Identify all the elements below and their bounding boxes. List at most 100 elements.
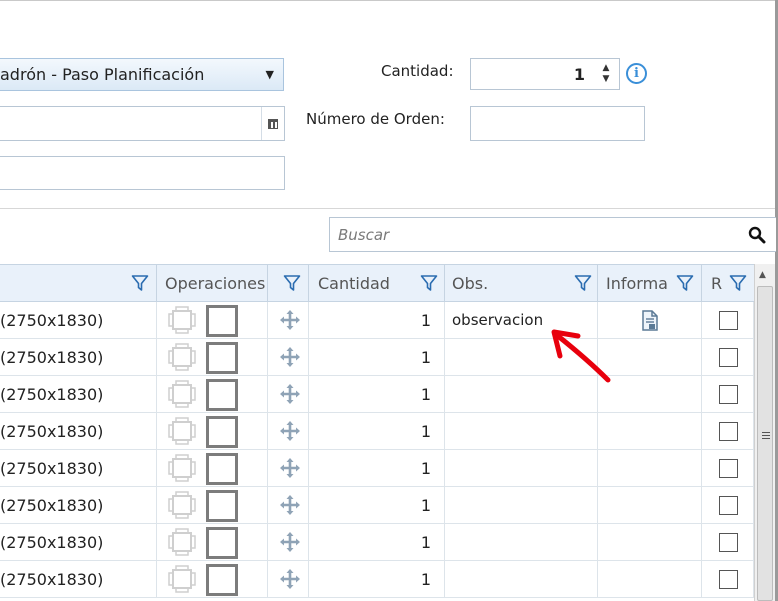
r-cell — [702, 376, 754, 413]
r-checkbox[interactable] — [719, 385, 738, 404]
info-icon[interactable]: i — [626, 63, 647, 84]
operation-faded-icon[interactable] — [167, 564, 197, 594]
header-quantity[interactable]: Cantidad — [309, 265, 445, 301]
r-checkbox[interactable] — [719, 496, 738, 515]
search-placeholder: Buscar — [338, 226, 390, 244]
r-checkbox[interactable] — [719, 570, 738, 589]
r-cell — [702, 413, 754, 450]
quantity-stepper[interactable]: 1 ▲ ▼ — [470, 58, 620, 90]
table-row[interactable]: (2750x1830) 1 — [0, 487, 754, 524]
move-arrows-icon[interactable] — [279, 309, 301, 331]
header-informa[interactable]: Informa — [598, 265, 702, 301]
header-r[interactable]: R — [702, 265, 754, 301]
spin-down-icon[interactable]: ▼ — [599, 74, 613, 85]
table-row[interactable]: (2750x1830) 1 — [0, 524, 754, 561]
date-field[interactable] — [0, 106, 285, 141]
spin-up-icon[interactable]: ▲ — [599, 63, 613, 74]
move-cell — [268, 561, 309, 598]
r-cell — [702, 524, 754, 561]
calendar-button[interactable] — [261, 107, 284, 140]
operation-square-icon[interactable] — [206, 416, 238, 448]
data-grid: Operaciones Cantidad Obs. Informa R (275… — [0, 264, 754, 601]
r-checkbox[interactable] — [719, 422, 738, 441]
r-checkbox[interactable] — [719, 533, 738, 552]
route-combo[interactable]: adrón - Paso Planificación ▼ — [0, 58, 284, 91]
operation-faded-icon[interactable] — [167, 490, 197, 520]
text-field[interactable] — [0, 156, 285, 190]
quantity-cell: 1 — [309, 450, 445, 487]
header-size[interactable] — [0, 265, 157, 301]
table-row[interactable]: (2750x1830) 1 observacion — [0, 302, 754, 339]
filter-icon[interactable] — [574, 274, 592, 292]
search-icon[interactable] — [748, 226, 766, 244]
table-row[interactable]: (2750x1830) 1 — [0, 561, 754, 598]
operation-square-icon[interactable] — [206, 342, 238, 374]
quantity-value: 1 — [573, 65, 585, 84]
operation-square-icon[interactable] — [206, 305, 238, 337]
operations-cell — [157, 413, 268, 450]
quantity-cell: 1 — [309, 376, 445, 413]
vertical-scrollbar[interactable]: ▲ — [754, 264, 775, 601]
header-obs[interactable]: Obs. — [445, 265, 598, 301]
chevron-down-icon[interactable]: ▼ — [266, 59, 274, 90]
table-row[interactable]: (2750x1830) 1 — [0, 450, 754, 487]
move-arrows-icon[interactable] — [279, 494, 301, 516]
r-checkbox[interactable] — [719, 348, 738, 367]
spin-buttons[interactable]: ▲ ▼ — [599, 63, 613, 85]
move-cell — [268, 524, 309, 561]
move-arrows-icon[interactable] — [279, 346, 301, 368]
informa-cell — [598, 450, 702, 487]
move-arrows-icon[interactable] — [279, 383, 301, 405]
operations-cell — [157, 561, 268, 598]
move-arrows-icon[interactable] — [279, 457, 301, 479]
filter-icon[interactable] — [420, 274, 438, 292]
filter-icon[interactable] — [131, 274, 149, 292]
r-cell — [702, 487, 754, 524]
move-arrows-icon[interactable] — [279, 531, 301, 553]
obs-cell[interactable] — [445, 487, 598, 524]
order-number-field[interactable] — [470, 106, 645, 141]
header-operations[interactable]: Operaciones — [157, 265, 268, 301]
operation-square-icon[interactable] — [206, 379, 238, 411]
operation-faded-icon[interactable] — [167, 527, 197, 557]
filter-icon[interactable] — [729, 274, 747, 292]
operation-square-icon[interactable] — [206, 527, 238, 559]
scrollbar-thumb[interactable] — [757, 286, 773, 601]
operation-square-icon[interactable] — [206, 564, 238, 596]
move-cell — [268, 450, 309, 487]
operation-square-icon[interactable] — [206, 490, 238, 522]
r-cell — [702, 302, 754, 339]
obs-cell[interactable] — [445, 524, 598, 561]
size-text: (2750x1830) — [0, 496, 104, 515]
move-cell — [268, 487, 309, 524]
obs-cell[interactable] — [445, 450, 598, 487]
size-text: (2750x1830) — [0, 533, 104, 552]
operation-faded-icon[interactable] — [167, 305, 197, 335]
r-checkbox[interactable] — [719, 311, 738, 330]
size-cell: (2750x1830) — [0, 524, 157, 561]
operation-square-icon[interactable] — [206, 453, 238, 485]
move-arrows-icon[interactable] — [279, 568, 301, 590]
quantity-text: 1 — [420, 459, 431, 478]
size-cell: (2750x1830) — [0, 487, 157, 524]
operation-faded-icon[interactable] — [167, 342, 197, 372]
table-row[interactable]: (2750x1830) 1 — [0, 339, 754, 376]
table-row[interactable]: (2750x1830) 1 — [0, 413, 754, 450]
move-arrows-icon[interactable] — [279, 420, 301, 442]
operations-cell — [157, 524, 268, 561]
filter-icon[interactable] — [283, 274, 301, 292]
r-checkbox[interactable] — [719, 459, 738, 478]
table-row[interactable]: (2750x1830) 1 — [0, 376, 754, 413]
search-input[interactable]: Buscar — [329, 217, 776, 252]
route-combo-value: adrón - Paso Planificación — [0, 65, 205, 84]
filter-icon[interactable] — [676, 274, 694, 292]
document-icon[interactable] — [640, 310, 660, 332]
quantity-cell: 1 — [309, 524, 445, 561]
scroll-up-icon[interactable]: ▲ — [759, 270, 766, 280]
obs-cell[interactable] — [445, 413, 598, 450]
obs-cell[interactable] — [445, 561, 598, 598]
operation-faded-icon[interactable] — [167, 379, 197, 409]
operation-faded-icon[interactable] — [167, 416, 197, 446]
header-move[interactable] — [268, 265, 309, 301]
operation-faded-icon[interactable] — [167, 453, 197, 483]
